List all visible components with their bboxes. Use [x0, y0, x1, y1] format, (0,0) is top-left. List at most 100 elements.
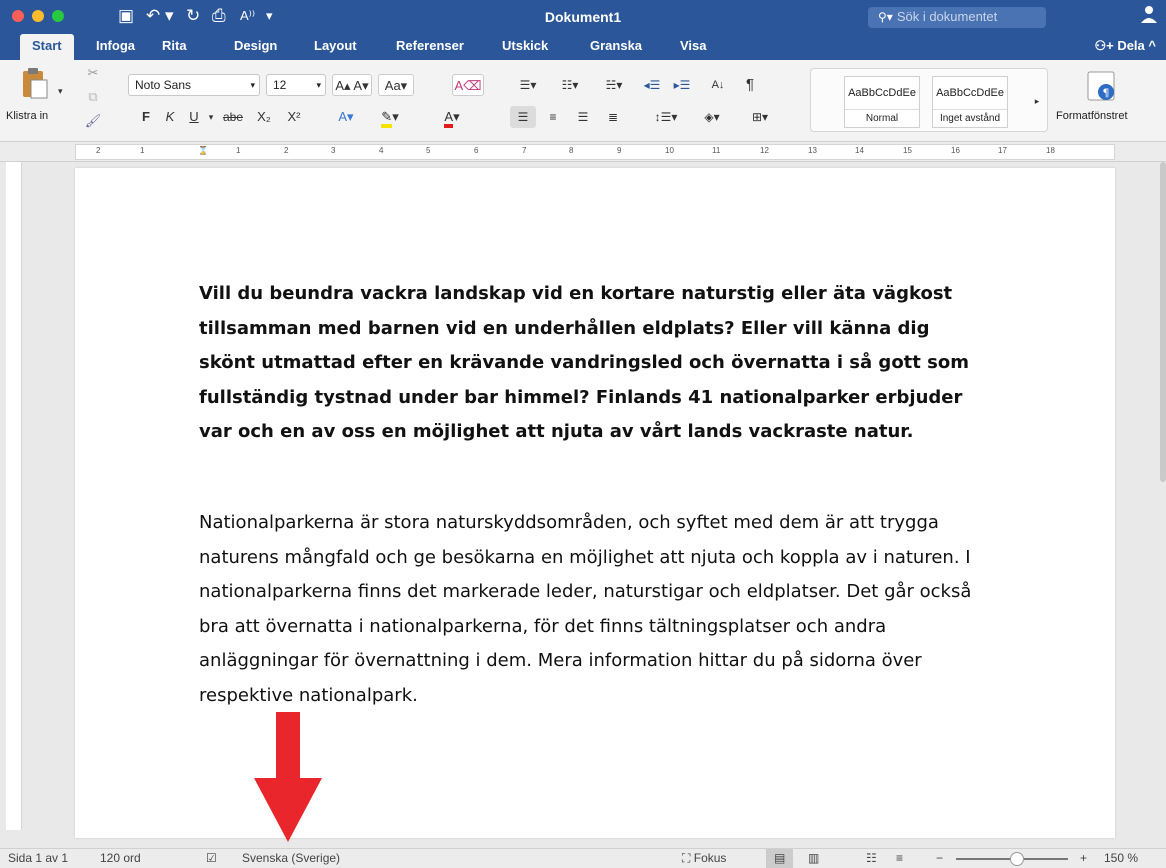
zoom-level[interactable]: 150 %: [1104, 849, 1138, 868]
tab-layout[interactable]: Layout: [314, 34, 357, 60]
justify-icon[interactable]: ≣: [600, 106, 626, 128]
cut-icon[interactable]: ✂: [84, 62, 102, 84]
indent-marker-icon[interactable]: ⌛: [198, 146, 208, 155]
collapse-ribbon-icon: ^: [1144, 38, 1156, 53]
align-right-icon[interactable]: ☰: [570, 106, 596, 128]
align-center-icon[interactable]: ≡: [540, 106, 566, 128]
increase-indent-icon[interactable]: ▸☰: [670, 74, 694, 96]
font-color-icon[interactable]: A▾: [432, 106, 472, 128]
change-case-button[interactable]: Aa▾: [378, 74, 414, 96]
focus-label: Fokus: [693, 851, 727, 865]
zoom-in-button[interactable]: +: [1080, 849, 1087, 868]
vertical-scrollbar[interactable]: [1160, 162, 1166, 482]
show-formatting-marks-icon[interactable]: ¶: [738, 74, 762, 96]
font-size-field[interactable]: 12 ▾: [266, 74, 326, 96]
search-box[interactable]: ⚲▾ Sök i dokumentet: [868, 7, 1046, 28]
align-left-icon[interactable]: ☰: [510, 106, 536, 128]
copy-icon[interactable]: ⧉: [84, 86, 102, 108]
underline-dropdown-icon[interactable]: ▾: [206, 106, 216, 128]
styles-more-icon[interactable]: ▸: [1030, 90, 1044, 112]
strikethrough-button[interactable]: abe: [218, 106, 248, 128]
shading-icon[interactable]: ◈▾: [692, 106, 732, 128]
decrease-indent-icon[interactable]: ◂☰: [640, 74, 664, 96]
ruler-number: 4: [379, 146, 384, 155]
word-count[interactable]: 120 ord: [100, 849, 141, 868]
ruler-number: 15: [903, 146, 912, 155]
ruler-number: 6: [474, 146, 479, 155]
font-name-field[interactable]: Noto Sans ▾: [128, 74, 260, 96]
style-no-spacing[interactable]: AaBbCcDdEe Inget avstånd: [932, 76, 1008, 128]
draft-view-icon[interactable]: ≡: [896, 849, 903, 868]
ruler-number: 2: [96, 146, 101, 155]
text-effects-icon[interactable]: A▾: [328, 106, 364, 128]
share-button[interactable]: ⚇+ Dela ^: [1094, 38, 1156, 54]
web-layout-icon[interactable]: ▥: [808, 849, 819, 868]
title-bar: ▣ ↶ ▾ ↻ ⎙ A⁾⁾ ▾ Dokument1 ⚲▾ Sök i dokume…: [0, 0, 1166, 34]
page-count[interactable]: Sida 1 av 1: [8, 849, 68, 868]
style-preview: AaBbCcDdEe: [848, 87, 916, 99]
sort-icon[interactable]: A↓: [706, 74, 730, 96]
horizontal-ruler[interactable]: 2 1 ⌛ 1 2 3 4 5 6 7 8 9 10 11 12 13 14 1…: [0, 142, 1166, 162]
tab-infoga[interactable]: Infoga: [96, 34, 135, 60]
language-indicator[interactable]: Svenska (Sverige): [242, 849, 340, 868]
tab-utskick[interactable]: Utskick: [502, 34, 548, 60]
font-name-value: Noto Sans: [135, 78, 192, 92]
format-painter-icon[interactable]: 🖌: [84, 110, 102, 132]
print-layout-icon[interactable]: ▤: [766, 849, 794, 868]
styles-pane-icon[interactable]: ¶: [1086, 70, 1118, 104]
tab-referenser[interactable]: Referenser: [396, 34, 464, 60]
style-name: Normal: [845, 109, 919, 127]
user-icon[interactable]: [1140, 4, 1158, 24]
bold-button[interactable]: F: [136, 106, 156, 128]
numbering-icon[interactable]: ☷▾: [552, 74, 588, 96]
outline-view-icon[interactable]: ☷: [866, 849, 877, 868]
ruler-number: 10: [665, 146, 674, 155]
share-label: Dela: [1117, 38, 1145, 53]
underline-button[interactable]: U: [184, 106, 204, 128]
borders-icon[interactable]: ⊞▾: [738, 106, 782, 128]
highlight-color-icon[interactable]: ✎▾: [370, 106, 410, 128]
italic-button[interactable]: K: [160, 106, 180, 128]
zoom-slider-knob[interactable]: [1010, 852, 1024, 866]
ruler-number: 2: [284, 146, 289, 155]
line-spacing-icon[interactable]: ↕☰▾: [648, 106, 684, 128]
ruler-number: 16: [951, 146, 960, 155]
vertical-ruler[interactable]: [6, 162, 22, 830]
superscript-button[interactable]: X²: [282, 106, 306, 128]
paragraph-body[interactable]: Nationalparkerna är stora naturskyddsomr…: [199, 506, 989, 713]
ruler-number: 1: [140, 146, 145, 155]
ruler-number: 17: [998, 146, 1007, 155]
styles-pane-label: Formatfönstret: [1056, 110, 1128, 122]
tab-rita[interactable]: Rita: [162, 34, 187, 60]
paragraph-intro[interactable]: Vill du beundra vackra landskap vid en k…: [199, 277, 989, 450]
ruler-number: 9: [617, 146, 622, 155]
paste-dropdown-icon[interactable]: ▾: [58, 80, 63, 102]
ruler-number: 8: [569, 146, 574, 155]
bullets-icon[interactable]: ☰▾: [510, 74, 546, 96]
ribbon: ▾ Klistra in ✂ ⧉ 🖌 Noto Sans ▾ 12 ▾ A▴ A…: [0, 60, 1166, 142]
proofing-icon[interactable]: ☑: [206, 849, 217, 868]
focus-button[interactable]: ⛶ Fokus: [682, 849, 726, 868]
ruler-number: 14: [855, 146, 864, 155]
subscript-button[interactable]: X₂: [252, 106, 276, 128]
ruler-number: 3: [331, 146, 336, 155]
tab-visa[interactable]: Visa: [680, 34, 707, 60]
grow-shrink-font-buttons[interactable]: A▴ A▾: [332, 74, 372, 96]
tab-design[interactable]: Design: [234, 34, 277, 60]
style-preview: AaBbCcDdEe: [936, 87, 1004, 99]
ruler-number: 5: [426, 146, 431, 155]
ruler-number: 12: [760, 146, 769, 155]
zoom-out-button[interactable]: −: [936, 849, 943, 868]
focus-icon: ⛶: [682, 851, 694, 865]
tab-start[interactable]: Start: [20, 34, 74, 60]
style-name: Inget avstånd: [933, 109, 1007, 127]
multilevel-list-icon[interactable]: ☵▾: [596, 74, 632, 96]
tab-granska[interactable]: Granska: [590, 34, 642, 60]
ruler-number: 1: [236, 146, 241, 155]
paste-icon[interactable]: [20, 66, 50, 100]
add-person-icon: ⚇+: [1094, 38, 1118, 53]
clear-formatting-icon[interactable]: A⌫: [452, 74, 484, 96]
style-normal[interactable]: AaBbCcDdEe Normal: [844, 76, 920, 128]
ruler-track: 2 1 ⌛ 1 2 3 4 5 6 7 8 9 10 11 12 13 14 1…: [75, 144, 1115, 160]
document-page[interactable]: Vill du beundra vackra landskap vid en k…: [75, 168, 1115, 838]
